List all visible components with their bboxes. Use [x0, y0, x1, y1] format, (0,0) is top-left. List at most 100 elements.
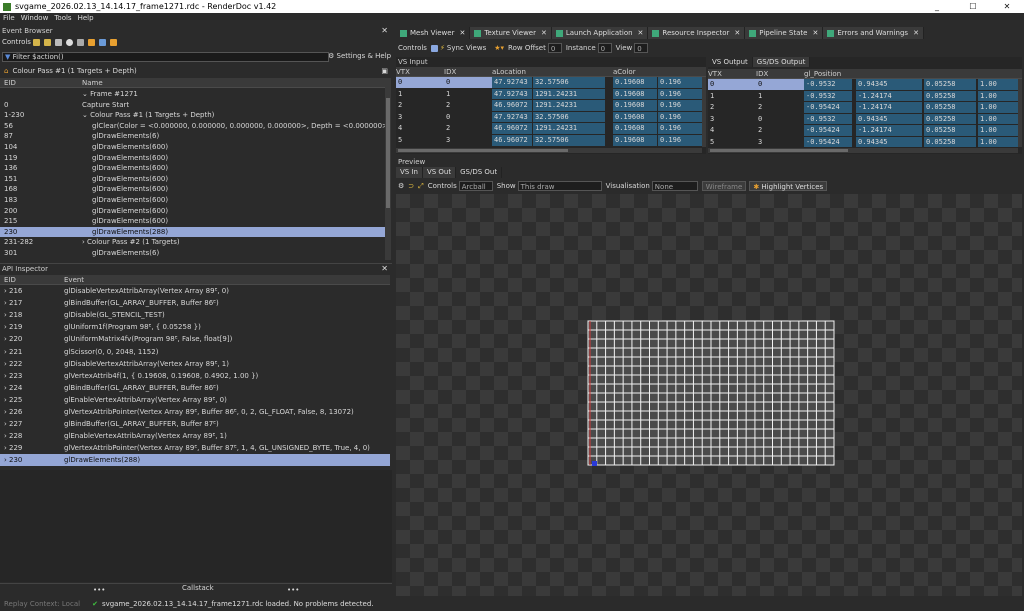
- vs_input-col-header[interactable]: IDX: [444, 67, 456, 77]
- api-event-row[interactable]: › 220 glUniformMatrix4fv(Program 98ᴱ, Fal…: [0, 333, 390, 345]
- vs_input-cell[interactable]: 46.96072: [492, 135, 532, 146]
- tab-close-icon[interactable]: ✕: [541, 27, 547, 39]
- vs_output-cell[interactable]: -0.95424: [804, 125, 852, 136]
- event-browser-close-icon[interactable]: ✕: [381, 26, 388, 36]
- menu-file[interactable]: File: [3, 13, 15, 24]
- vs_input-cell[interactable]: 0: [444, 77, 492, 88]
- vs_output-cell[interactable]: 0.05258: [924, 102, 976, 113]
- vs-output-scrollbar[interactable]: [1018, 79, 1022, 147]
- vs_output-cell[interactable]: 1.00: [978, 137, 1018, 147]
- vs_input-cell[interactable]: 47.92743: [492, 111, 532, 123]
- event-row[interactable]: 104 glDrawElements(600): [0, 142, 385, 153]
- vs_output-cell[interactable]: 0.05258: [924, 90, 976, 102]
- vs_input-cell[interactable]: 5: [396, 135, 444, 146]
- settings-icon[interactable]: ⚙: [398, 182, 404, 190]
- gs-ds-output-tab[interactable]: GS/DS Output: [752, 57, 811, 67]
- tab-close-icon[interactable]: ✕: [459, 27, 465, 39]
- vs-input-scrollbar[interactable]: [702, 77, 706, 147]
- api-event-row[interactable]: › 217 glBindBuffer(GL_ARRAY_BUFFER, Buffe…: [0, 297, 390, 309]
- vs_output-cell[interactable]: 1.00: [978, 90, 1018, 102]
- event-row[interactable]: 151 glDrawElements(600): [0, 174, 385, 185]
- event-row[interactable]: 230 glDrawElements(288): [0, 226, 385, 238]
- main-tab[interactable]: Texture Viewer ✕: [470, 27, 552, 39]
- vs-output-hscrollbar[interactable]: [708, 148, 1018, 153]
- vs_output-cell[interactable]: 1.00: [978, 102, 1018, 113]
- vs_output-cell[interactable]: 0: [708, 79, 756, 90]
- vs_input-cell[interactable]: 0.196: [658, 123, 702, 134]
- api-inspector-close-icon[interactable]: ✕: [381, 264, 388, 274]
- show-select[interactable]: This draw: [517, 181, 602, 191]
- event-row[interactable]: 0 Capture Start: [0, 100, 385, 111]
- vs_input-cell[interactable]: 32.57506: [533, 135, 605, 146]
- main-tab[interactable]: Pipeline State ✕: [745, 27, 824, 39]
- wireframe-button[interactable]: Wireframe: [701, 181, 747, 191]
- vs-input-hscrollbar[interactable]: [396, 148, 702, 153]
- settings-help-button[interactable]: ⚙ Settings & Help: [328, 52, 391, 60]
- vs_input-cell[interactable]: 0: [396, 77, 444, 88]
- instance-input[interactable]: 0: [597, 43, 612, 53]
- main-tab[interactable]: Mesh Viewer ✕: [396, 27, 471, 39]
- gs-ds-out-tab[interactable]: GS/DS Out: [456, 167, 503, 178]
- vs_input-cell[interactable]: 32.57506: [533, 111, 605, 123]
- vs_input-cell[interactable]: 47.92743: [492, 88, 532, 100]
- api-event-column-header[interactable]: Event: [64, 275, 84, 285]
- maximize-button[interactable]: ☐: [956, 0, 990, 13]
- vs-output-tab[interactable]: VS Output: [708, 57, 753, 67]
- vs_input-cell[interactable]: 32.57506: [533, 77, 605, 88]
- vs_input-cell[interactable]: 0.196: [658, 135, 702, 146]
- api-event-row[interactable]: › 230 glDrawElements(288): [0, 454, 390, 467]
- vs_output-cell[interactable]: 3: [756, 137, 804, 147]
- vs_output-cell[interactable]: -0.95424: [804, 137, 852, 147]
- vs_output-cell[interactable]: 1.00: [978, 113, 1018, 125]
- vs_output-cell[interactable]: 0.05258: [924, 125, 976, 136]
- event-row[interactable]: 136 glDrawElements(600): [0, 163, 385, 174]
- vs-in-tab[interactable]: VS In: [396, 167, 423, 178]
- vs_output-cell[interactable]: 1: [756, 91, 804, 102]
- export-icon[interactable]: [98, 38, 106, 46]
- vs_output-cell[interactable]: -1.24174: [856, 90, 922, 102]
- api-event-row[interactable]: › 226 glVertexAttribPointer(Vertex Array …: [0, 406, 390, 418]
- event-row[interactable]: 1-230 ⌄ Colour Pass #1 (1 Targets + Depth…: [0, 110, 385, 121]
- vs_input-cell[interactable]: 0.19608: [613, 111, 657, 123]
- vs_input-cell[interactable]: 2: [444, 100, 492, 111]
- tab-close-icon[interactable]: ✕: [812, 27, 818, 39]
- api-event-row[interactable]: › 229 glVertexAttribPointer(Vertex Array …: [0, 442, 390, 454]
- event-row[interactable]: ⌄ Frame #1271: [0, 89, 385, 100]
- star-icon-2[interactable]: ★▾: [494, 44, 504, 52]
- visualisation-select[interactable]: None: [651, 181, 698, 191]
- mesh-preview-viewport[interactable]: [396, 194, 1022, 596]
- vs_input-cell[interactable]: 46.96072: [492, 100, 532, 111]
- home-icon[interactable]: ⌂: [4, 67, 8, 75]
- vs_input-cell[interactable]: 3: [396, 112, 444, 123]
- vs_input-cell[interactable]: 0.196: [658, 88, 702, 100]
- main-tab[interactable]: Launch Application ✕: [551, 27, 649, 39]
- breadcrumb-item[interactable]: Colour Pass #1 (1 Targets + Depth): [12, 67, 136, 75]
- vs_input-cell[interactable]: 1291.24231: [533, 88, 605, 100]
- vs_output-cell[interactable]: 3: [708, 114, 756, 125]
- vs_input-col-header[interactable]: aColor: [613, 67, 636, 77]
- callstack-label[interactable]: Callstack: [182, 584, 214, 592]
- vs_output-cell[interactable]: 1.00: [978, 79, 1018, 90]
- vs_input-cell[interactable]: 1: [444, 89, 492, 100]
- vs_input-cell[interactable]: 47.92743: [492, 77, 532, 88]
- bookmark-icon[interactable]: [54, 38, 62, 46]
- vs_output-cell[interactable]: 2: [708, 102, 756, 113]
- event-row[interactable]: 301 glDrawElements(6): [0, 248, 385, 259]
- vs_input-cell[interactable]: 1: [396, 89, 444, 100]
- event-row[interactable]: 215 glDrawElements(600): [0, 216, 385, 227]
- vs_input-cell[interactable]: 0.19608: [613, 100, 657, 111]
- close-button[interactable]: ✕: [990, 0, 1024, 13]
- tab-close-icon[interactable]: ✕: [638, 27, 644, 39]
- vs-out-tab[interactable]: VS Out: [422, 167, 457, 178]
- menu-tools[interactable]: Tools: [54, 13, 71, 24]
- vs_output-cell[interactable]: 0.94345: [856, 79, 922, 90]
- vs_output-cell[interactable]: -0.95424: [804, 102, 852, 113]
- vs_output-cell[interactable]: 0.05258: [924, 79, 976, 90]
- columns-icon[interactable]: [430, 44, 438, 52]
- vs_input-cell[interactable]: 0.196: [658, 100, 702, 111]
- vs_input-cell[interactable]: 46.96072: [492, 123, 532, 134]
- vs_input-cell[interactable]: 3: [444, 135, 492, 146]
- vs_output-col-header[interactable]: gl_Position: [804, 69, 841, 79]
- vs_output-cell[interactable]: 2: [756, 125, 804, 136]
- vs_input-cell[interactable]: 0.19608: [613, 135, 657, 146]
